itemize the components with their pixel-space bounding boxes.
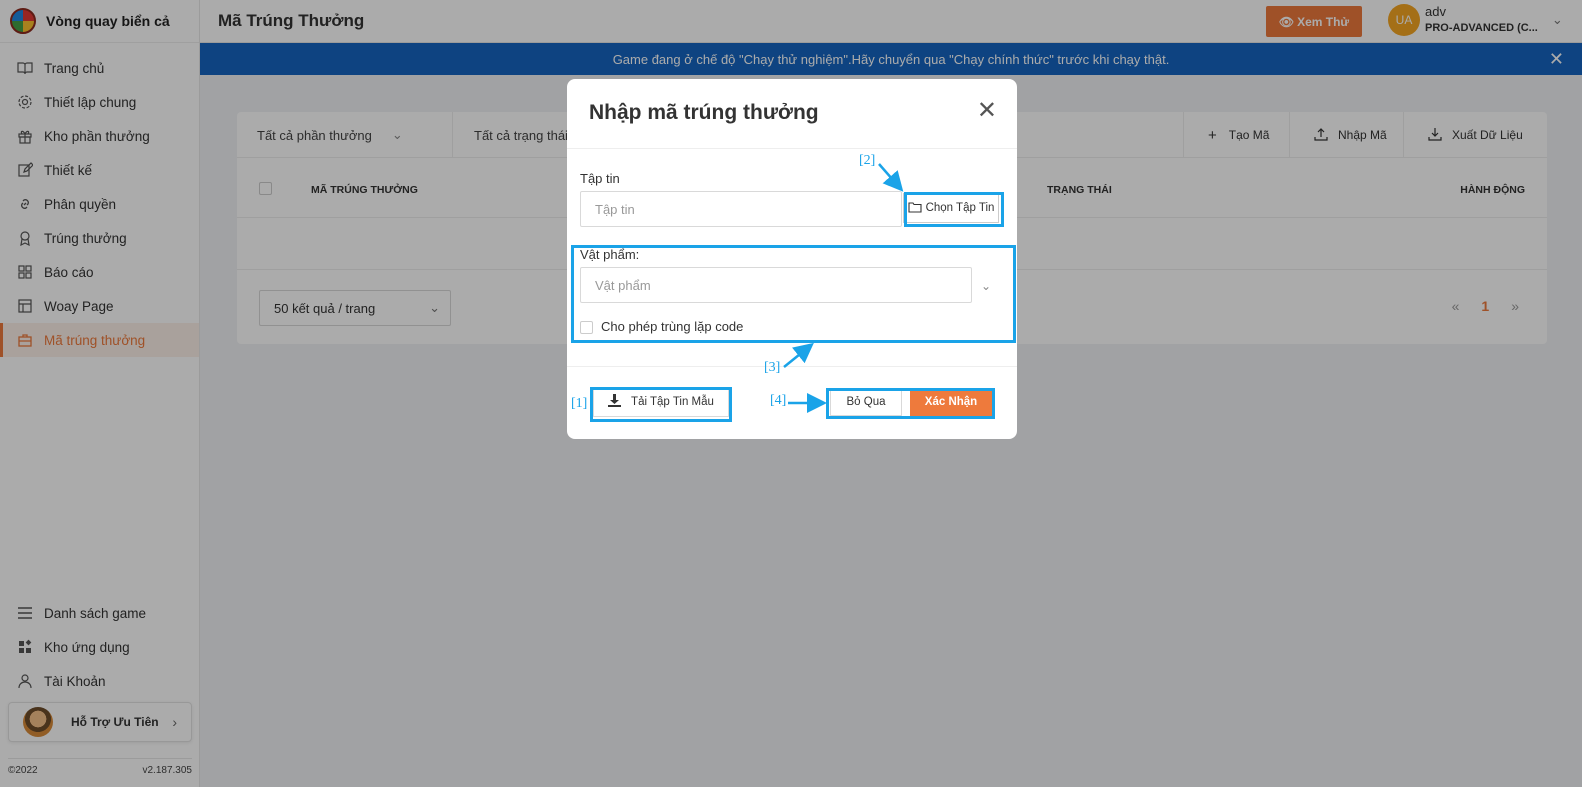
annotation-arrows	[783, 163, 904, 413]
annotation-arrow-3	[783, 342, 814, 368]
annotation-arrow-2	[878, 163, 904, 192]
